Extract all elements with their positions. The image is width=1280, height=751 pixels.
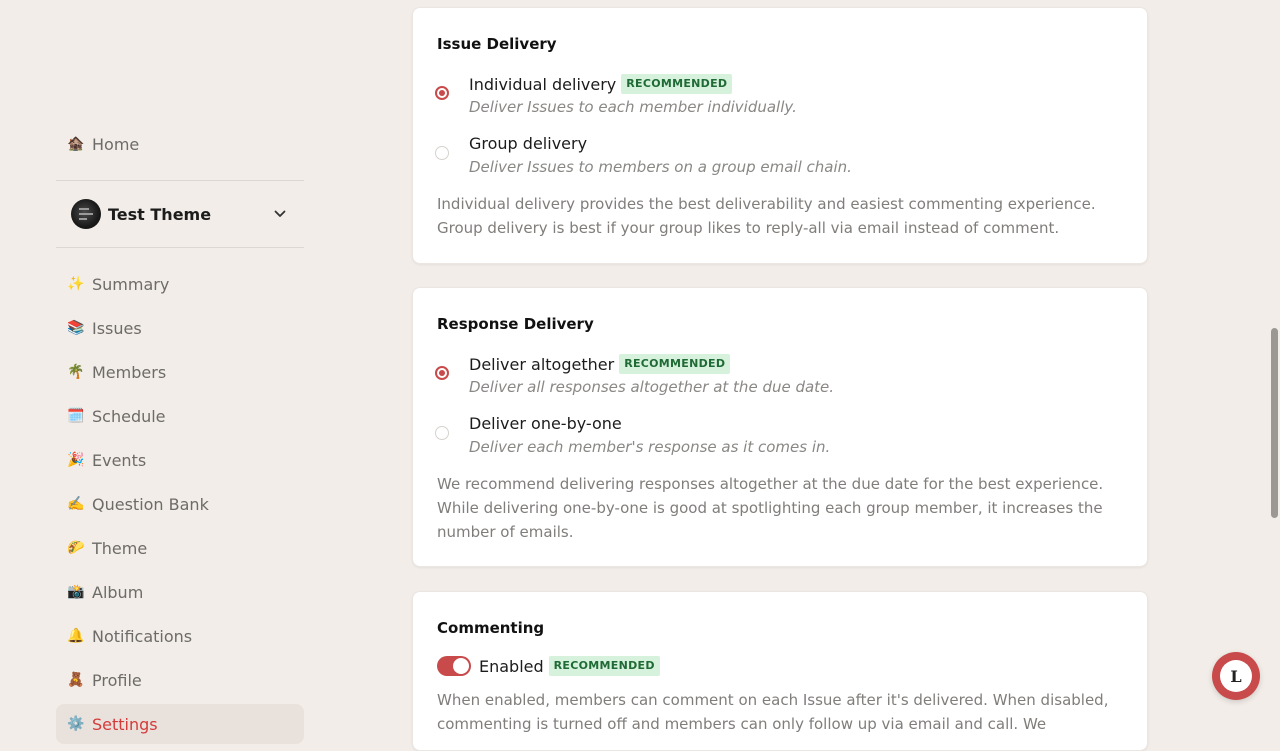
sidebar: 🏚️ Home Test Theme ✨ Summary 📚 Issues 🌴 … [56, 0, 304, 744]
option-description: Deliver all responses altogether at the … [469, 378, 835, 396]
response-delivery-card: Response Delivery Deliver altogether REC… [412, 287, 1148, 567]
sidebar-item-label: Events [92, 450, 147, 470]
issue-delivery-card: Issue Delivery Individual delivery RECOM… [412, 7, 1148, 264]
commenting-toggle[interactable] [437, 656, 471, 676]
help-text: Individual delivery provides the best de… [437, 195, 1096, 237]
help-text: We recommend delivering responses altoge… [437, 475, 1104, 541]
teddy-bear-icon: 🧸 [67, 672, 85, 688]
sidebar-item-label: Notifications [92, 626, 193, 646]
sidebar-item-label: Home [92, 134, 140, 154]
party-popper-icon: 🎉 [67, 452, 85, 468]
toggle-label: Enabled [479, 656, 544, 676]
help-chat-button[interactable]: L [1212, 652, 1260, 700]
sidebar-item-label: Summary [92, 274, 170, 294]
sidebar-item-events[interactable]: 🎉 Events [56, 440, 304, 480]
gear-icon: ⚙️ [67, 716, 85, 732]
sidebar-item-label: Question Bank [92, 494, 209, 514]
sidebar-item-schedule[interactable]: 🗓️ Schedule [56, 396, 304, 436]
sidebar-item-label: Settings [92, 714, 158, 734]
sidebar-item-label: Profile [92, 670, 142, 690]
sidebar-item-question-bank[interactable]: ✍️ Question Bank [56, 484, 304, 524]
sidebar-divider [56, 247, 304, 248]
avatar [71, 199, 101, 229]
option-title: Individual delivery [469, 74, 617, 94]
taco-icon: 🌮 [67, 540, 85, 556]
card-title: Response Delivery [437, 315, 594, 333]
sidebar-item-profile[interactable]: 🧸 Profile [56, 660, 304, 700]
recommended-badge: RECOMMENDED [548, 656, 660, 676]
option-title: Deliver one-by-one [469, 414, 622, 433]
option-title: Group delivery [469, 134, 588, 153]
sidebar-item-album[interactable]: 📸 Album [56, 572, 304, 612]
sidebar-item-theme[interactable]: 🌮 Theme [56, 528, 304, 568]
card-title: Issue Delivery [437, 35, 557, 53]
option-description: Deliver Issues to each member individual… [469, 98, 797, 116]
sidebar-item-issues[interactable]: 📚 Issues [56, 308, 304, 348]
sparkles-icon: ✨ [67, 276, 85, 292]
writing-hand-icon: ✍️ [67, 496, 85, 512]
palm-tree-icon: 🌴 [67, 364, 85, 380]
commenting-card: Commenting Enabled RECOMMENDED When enab… [412, 591, 1148, 751]
option-title: Deliver altogether [469, 354, 615, 374]
sidebar-item-summary[interactable]: ✨ Summary [56, 264, 304, 304]
sidebar-item-label: Members [92, 362, 167, 382]
sidebar-item-members[interactable]: 🌴 Members [56, 352, 304, 392]
group-name: Test Theme [108, 204, 212, 224]
sidebar-item-label: Schedule [92, 406, 166, 426]
radio-group-delivery[interactable] [435, 146, 449, 160]
commenting-toggle-row: Enabled RECOMMENDED [437, 656, 660, 676]
sidebar-item-settings[interactable]: ⚙️ Settings [56, 704, 304, 744]
sidebar-item-label: Issues [92, 318, 142, 338]
chevron-down-icon[interactable] [268, 210, 292, 218]
option-description: Deliver each member's response as it com… [469, 438, 831, 456]
help-text: When enabled, members can comment on eac… [437, 691, 1109, 733]
sidebar-item-home[interactable]: 🏚️ Home [56, 124, 304, 164]
camera-icon: 📸 [67, 584, 85, 600]
recommended-badge: RECOMMENDED [619, 354, 731, 374]
sidebar-item-label: Album [92, 582, 144, 602]
radio-deliver-one-by-one[interactable] [435, 426, 449, 440]
books-icon: 📚 [67, 320, 85, 336]
bell-icon: 🔔 [67, 628, 85, 644]
house-icon: 🏚️ [67, 136, 85, 152]
scrollbar[interactable] [1268, 0, 1280, 720]
radio-deliver-altogether[interactable] [435, 366, 449, 380]
sidebar-divider [56, 180, 304, 181]
scrollbar-thumb[interactable] [1271, 328, 1278, 518]
radio-individual-delivery[interactable] [435, 86, 449, 100]
sidebar-item-label: Theme [92, 538, 148, 558]
recommended-badge: RECOMMENDED [621, 74, 733, 94]
group-selector[interactable]: Test Theme [56, 194, 304, 234]
logo-icon: L [1220, 660, 1252, 692]
sidebar-item-notifications[interactable]: 🔔 Notifications [56, 616, 304, 656]
option-description: Deliver Issues to members on a group ema… [469, 158, 852, 176]
card-title: Commenting [437, 619, 545, 637]
calendar-icon: 🗓️ [67, 408, 85, 424]
